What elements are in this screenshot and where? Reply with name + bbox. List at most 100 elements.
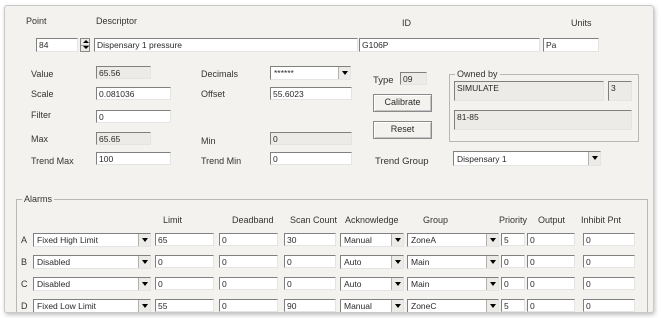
owner-number-display: 3 bbox=[608, 81, 632, 101]
filter-field[interactable]: 0 bbox=[96, 110, 171, 123]
chevron-down-icon[interactable] bbox=[138, 234, 150, 246]
acknowledge-dropdown[interactable]: Manual bbox=[340, 299, 404, 312]
chevron-down-icon[interactable] bbox=[391, 256, 403, 268]
inhibit-pnt-field[interactable]: 0 bbox=[583, 233, 635, 246]
limit-field[interactable]: 65 bbox=[155, 233, 214, 246]
alarm-type-dropdown[interactable]: Fixed High Limit bbox=[33, 233, 151, 247]
alarm-type-dropdown[interactable]: Fixed Low Limit bbox=[33, 299, 151, 312]
alarm-letter: C bbox=[21, 279, 28, 289]
alarm-type-value: Fixed High Limit bbox=[37, 235, 98, 245]
alarm-letter: A bbox=[21, 235, 28, 245]
trend-max-field[interactable]: 100 bbox=[96, 152, 171, 165]
alarm-type-dropdown[interactable]: Disabled bbox=[33, 277, 151, 291]
descriptor-label: Descriptor bbox=[96, 16, 138, 26]
acknowledge-value: Auto bbox=[344, 257, 362, 267]
scan-count-field[interactable]: 90 bbox=[284, 299, 336, 312]
point-number-field[interactable]: 84 bbox=[36, 38, 78, 52]
limit-field[interactable]: 55 bbox=[155, 299, 214, 312]
output-field[interactable]: 0 bbox=[527, 233, 575, 246]
acknowledge-value: Auto bbox=[344, 279, 362, 289]
priority-field[interactable]: 0 bbox=[501, 277, 525, 290]
priority-field[interactable]: 5 bbox=[501, 299, 525, 312]
offset-field[interactable]: 55.6023 bbox=[270, 87, 352, 100]
reset-button[interactable]: Reset bbox=[373, 121, 432, 139]
scan-count-field[interactable]: 30 bbox=[284, 233, 336, 246]
chevron-down-icon[interactable] bbox=[486, 278, 498, 290]
alarm-type-value: Fixed Low Limit bbox=[37, 301, 97, 311]
scan-count-field[interactable]: 0 bbox=[284, 277, 336, 290]
priority-field[interactable]: 0 bbox=[501, 255, 525, 268]
group-dropdown[interactable]: Main bbox=[407, 277, 499, 291]
filter-label: Filter bbox=[31, 110, 51, 120]
acknowledge-dropdown[interactable]: Auto bbox=[340, 277, 404, 291]
trend-min-field[interactable]: 0 bbox=[270, 152, 352, 165]
alarm-type-dropdown[interactable]: Disabled bbox=[33, 255, 151, 269]
alarm-letter: B bbox=[21, 257, 28, 267]
limit-field[interactable]: 0 bbox=[155, 277, 214, 290]
min-label: Min bbox=[201, 136, 216, 146]
deadband-field[interactable]: 0 bbox=[219, 277, 278, 290]
value-display: 65.56 bbox=[96, 66, 151, 79]
offset-label: Offset bbox=[201, 89, 225, 99]
group-header: Group bbox=[423, 215, 449, 225]
trend-group-label: Trend Group bbox=[375, 156, 429, 167]
trend-group-value: Dispensary 1 bbox=[457, 154, 507, 164]
chevron-down-icon[interactable] bbox=[338, 67, 350, 79]
limit-field[interactable]: 0 bbox=[155, 255, 214, 268]
output-header: Output bbox=[538, 215, 566, 225]
inhibit-pnt-field[interactable]: 0 bbox=[583, 277, 635, 290]
alarm-row-d: D Fixed Low Limit 55 0 90 Manual ZoneC 5… bbox=[5, 298, 653, 312]
alarm-row-b: B Disabled 0 0 0 Auto Main 0 0 0 bbox=[5, 254, 653, 270]
deadband-field[interactable]: 0 bbox=[219, 255, 278, 268]
output-field[interactable]: 0 bbox=[527, 277, 575, 290]
chevron-down-icon[interactable] bbox=[588, 152, 600, 165]
chevron-down-icon[interactable] bbox=[138, 278, 150, 290]
spin-down-icon[interactable] bbox=[81, 45, 89, 51]
group-value: Main bbox=[411, 257, 430, 267]
chevron-down-icon[interactable] bbox=[486, 256, 498, 268]
group-dropdown[interactable]: ZoneC bbox=[407, 299, 499, 312]
group-dropdown[interactable]: ZoneA bbox=[407, 233, 499, 247]
chevron-down-icon[interactable] bbox=[391, 278, 403, 290]
acknowledge-dropdown[interactable]: Auto bbox=[340, 255, 404, 269]
output-field[interactable]: 0 bbox=[527, 299, 575, 312]
point-spinner[interactable] bbox=[80, 38, 90, 52]
inhibit-pnt-field[interactable]: 0 bbox=[583, 299, 635, 312]
max-display: 65.65 bbox=[96, 132, 151, 145]
chevron-down-icon[interactable] bbox=[391, 234, 403, 246]
point-properties-dialog: Point Descriptor ID Units 84 Dispensary … bbox=[4, 5, 654, 313]
deadband-field[interactable]: 0 bbox=[219, 299, 278, 312]
value-label: Value bbox=[31, 69, 54, 79]
output-field[interactable]: 0 bbox=[527, 255, 575, 268]
deadband-field[interactable]: 0 bbox=[219, 233, 278, 246]
inhibit-pnt-field[interactable]: 0 bbox=[583, 255, 635, 268]
group-value: ZoneC bbox=[411, 301, 437, 311]
chevron-down-icon[interactable] bbox=[486, 300, 498, 312]
group-dropdown[interactable]: Main bbox=[407, 255, 499, 269]
units-field[interactable]: Pa bbox=[543, 38, 599, 52]
chevron-down-icon[interactable] bbox=[391, 300, 403, 312]
units-label: Units bbox=[571, 18, 592, 28]
id-label: ID bbox=[402, 18, 411, 28]
scale-field[interactable]: 0.081036 bbox=[96, 87, 171, 100]
owned-by-group: Owned by SIMULATE 3 81-85 bbox=[449, 69, 639, 142]
alarm-letter: D bbox=[21, 301, 28, 311]
scale-label: Scale bbox=[31, 89, 54, 99]
owned-by-title: Owned by bbox=[455, 69, 500, 79]
min-display: 0 bbox=[270, 132, 352, 145]
chevron-down-icon[interactable] bbox=[138, 256, 150, 268]
descriptor-field[interactable]: Dispensary 1 pressure bbox=[94, 38, 358, 52]
deadband-header: Deadband bbox=[232, 215, 274, 225]
decimals-dropdown[interactable]: ****** bbox=[270, 66, 351, 80]
chevron-down-icon[interactable] bbox=[138, 300, 150, 312]
id-field[interactable]: G106P bbox=[359, 38, 540, 52]
acknowledge-dropdown[interactable]: Manual bbox=[340, 233, 404, 247]
group-value: Main bbox=[411, 279, 430, 289]
priority-header: Priority bbox=[499, 215, 528, 225]
chevron-down-icon[interactable] bbox=[486, 234, 498, 246]
scan-count-field[interactable]: 0 bbox=[284, 255, 336, 268]
priority-field[interactable]: 5 bbox=[501, 233, 525, 246]
calibrate-button[interactable]: Calibrate bbox=[373, 94, 432, 112]
trend-group-dropdown[interactable]: Dispensary 1 bbox=[453, 151, 601, 166]
inhibit-pnt-header: Inhibit Pnt bbox=[581, 215, 622, 225]
